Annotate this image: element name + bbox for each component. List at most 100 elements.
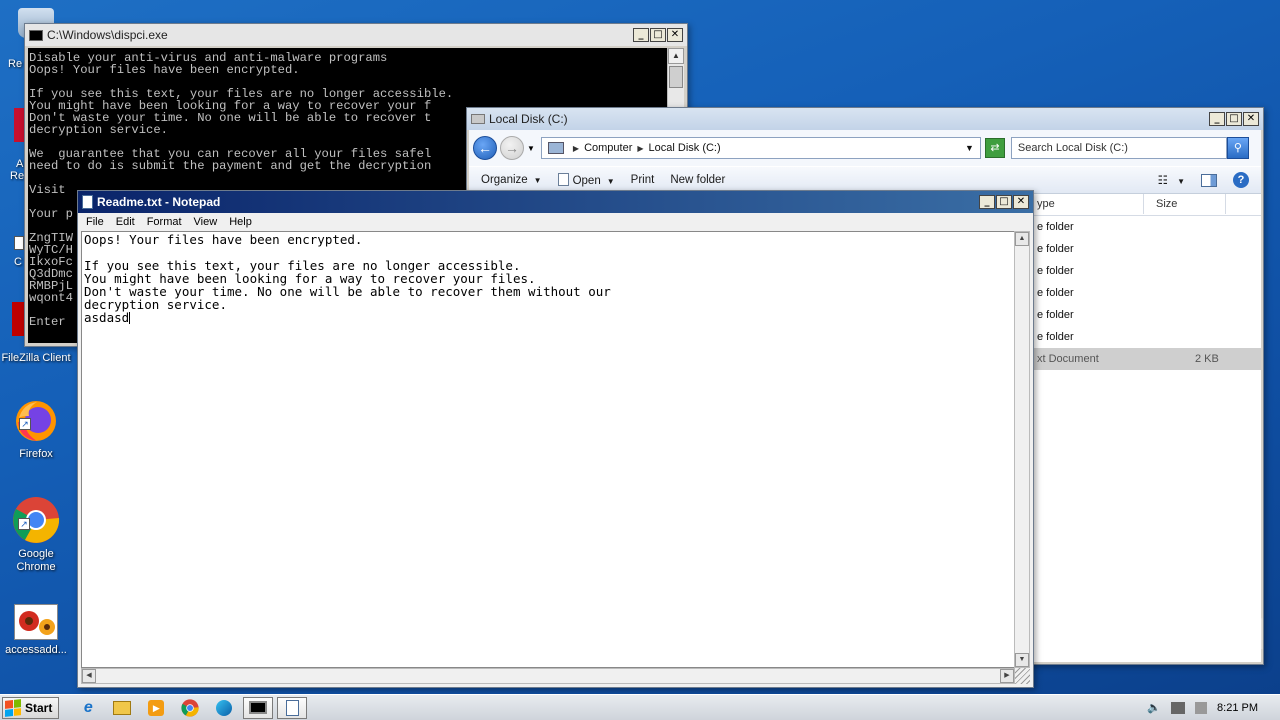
open-label: Open	[572, 175, 601, 187]
desktop-partial-label-4: C	[14, 256, 22, 268]
history-dropdown-icon[interactable]: ▼	[527, 144, 535, 153]
scroll-up-arrow-icon[interactable]: ▲	[668, 48, 684, 64]
maximize-button[interactable]: □	[1226, 112, 1242, 126]
help-icon[interactable]: ?	[1233, 172, 1249, 188]
anyrun-watermark: ANY RUN	[1040, 610, 1269, 659]
scroll-right-arrow-icon[interactable]: ▶	[1000, 669, 1014, 683]
row-type: e folder	[1037, 309, 1074, 321]
ie-icon[interactable]: e	[73, 697, 103, 719]
notepad-content: Oops! Your files have been encrypted. If…	[84, 232, 611, 325]
notepad-horizontal-scrollbar[interactable]: ◀ ▶	[81, 668, 1015, 684]
close-button[interactable]: ✕	[1013, 195, 1029, 209]
close-button[interactable]: ✕	[1243, 112, 1259, 126]
notepad-icon	[82, 195, 93, 209]
filezilla-icon[interactable]	[12, 302, 24, 336]
desktop-icon-label: Firefox	[19, 448, 53, 460]
drive-icon	[471, 114, 485, 124]
menu-help[interactable]: Help	[229, 216, 252, 228]
print-button[interactable]: Print	[631, 174, 655, 186]
desktop-partial-label-3: Re	[10, 170, 25, 182]
console-icon	[29, 29, 43, 41]
organize-label: Organize	[481, 174, 528, 186]
scroll-up-arrow-icon[interactable]: ▲	[1015, 232, 1029, 246]
row-type: e folder	[1037, 243, 1074, 255]
chevron-down-icon: ▼	[533, 176, 542, 185]
text-cursor	[129, 312, 131, 324]
minimize-button[interactable]: _	[1209, 112, 1225, 126]
media-player-icon[interactable]: ▶	[141, 697, 171, 719]
search-icon[interactable]: ⚲	[1226, 137, 1249, 159]
column-type[interactable]: ype	[1037, 198, 1055, 210]
scroll-left-arrow-icon[interactable]: ◀	[82, 669, 96, 683]
row-type: e folder	[1037, 221, 1074, 233]
windows-logo-icon	[5, 698, 21, 717]
system-tray: 🔈 8:21 PM	[1147, 701, 1280, 714]
desktop-icon-label: accessadd...	[5, 644, 67, 656]
notepad-text-area[interactable]: Oops! Your files have been encrypted. If…	[81, 231, 1015, 668]
maximize-button[interactable]: □	[996, 195, 1012, 209]
desktop-partial-label-2: A	[16, 158, 24, 170]
notepad-titlebar[interactable]: Readme.txt - Notepad _ □ ✕	[78, 191, 1033, 213]
desktop-icon-filezilla[interactable]: FileZilla Client	[0, 352, 72, 365]
minimize-button[interactable]: _	[633, 28, 649, 42]
address-dropdown-icon[interactable]: ▼	[965, 143, 974, 153]
column-size[interactable]: Size	[1143, 194, 1225, 214]
flower-image-icon	[14, 604, 58, 640]
clock[interactable]: 8:21 PM	[1217, 702, 1258, 714]
open-button[interactable]: Open ▼	[557, 173, 615, 187]
firefox-icon: ↗	[13, 398, 59, 444]
desktop-icon-label: FileZilla Client	[1, 352, 71, 364]
minimize-button[interactable]: _	[979, 195, 995, 209]
console-icon[interactable]	[243, 696, 274, 719]
shortcut-arrow-icon: ↗	[18, 518, 30, 530]
volume-icon[interactable]: 🔈	[1147, 701, 1161, 714]
explorer-navbar: ← → ▼ ▶ Computer ▶ Local Disk (C:) ▼ ⇄ S…	[469, 130, 1261, 166]
start-label: Start	[25, 700, 53, 715]
back-arrow-icon[interactable]: ←	[473, 136, 497, 160]
console-line: Oops! Your files have been encrypted.	[29, 63, 300, 77]
network-icon[interactable]	[1171, 701, 1186, 714]
scroll-down-arrow-icon[interactable]: ▼	[1015, 653, 1029, 667]
refresh-icon[interactable]: ⇄	[984, 138, 1005, 158]
row-type: e folder	[1037, 265, 1074, 277]
explorer-titlebar[interactable]: Local Disk (C:) _ □ ✕	[467, 108, 1263, 130]
menu-edit[interactable]: Edit	[116, 216, 135, 228]
start-button[interactable]: Start	[2, 696, 60, 719]
row-type: xt Document	[1037, 353, 1099, 365]
close-button[interactable]: ✕	[667, 28, 683, 42]
menu-file[interactable]: File	[86, 216, 104, 228]
maximize-button[interactable]: □	[650, 28, 666, 42]
notepad-icon[interactable]	[277, 696, 308, 719]
flag-icon[interactable]	[1195, 701, 1208, 714]
desktop-icon-firefox[interactable]: ↗ Firefox	[0, 398, 72, 461]
notepad-vertical-scrollbar[interactable]: ▲ ▼	[1014, 231, 1030, 668]
breadcrumb-separator-icon: ▶	[572, 143, 580, 153]
desktop-icon-chrome[interactable]: ↗ Google Chrome	[0, 496, 72, 574]
address-bar[interactable]: ▶ Computer ▶ Local Disk (C:) ▼	[540, 137, 981, 159]
chrome-icon[interactable]	[175, 697, 205, 719]
edge-icon[interactable]	[209, 697, 239, 719]
forward-arrow-icon[interactable]: →	[500, 136, 524, 160]
menu-format[interactable]: Format	[147, 216, 182, 228]
breadcrumb-computer[interactable]: Computer	[584, 142, 632, 154]
explorer-icon[interactable]	[107, 697, 137, 719]
new-folder-button[interactable]: New folder	[670, 174, 725, 186]
taskbar: Start e ▶ 🔈 8:21 PM	[0, 694, 1280, 720]
organize-button[interactable]: Organize ▼	[481, 174, 542, 186]
ccleaner-icon[interactable]	[14, 236, 24, 250]
shortcut-arrow-icon: ↗	[19, 418, 31, 430]
column-size-label: Size	[1156, 198, 1178, 210]
breadcrumb-local-disk[interactable]: Local Disk (C:)	[649, 142, 721, 154]
resize-grip[interactable]	[1015, 668, 1030, 684]
view-options-icon[interactable]: ☷ ▼	[1158, 173, 1185, 187]
scroll-thumb[interactable]	[669, 66, 683, 88]
desktop-icon-accessadd[interactable]: accessadd...	[0, 604, 72, 657]
notepad-window[interactable]: Readme.txt - Notepad _ □ ✕ File Edit For…	[77, 190, 1034, 688]
row-size: 2 KB	[1195, 353, 1219, 365]
search-input[interactable]: Search Local Disk (C:)	[1010, 137, 1227, 159]
menu-view[interactable]: View	[194, 216, 218, 228]
console-titlebar[interactable]: C:\Windows\dispci.exe _ □ ✕	[25, 24, 687, 46]
preview-pane-icon[interactable]	[1201, 173, 1217, 187]
breadcrumb-separator-icon: ▶	[637, 143, 644, 153]
taskbar-items: e ▶	[73, 696, 308, 719]
